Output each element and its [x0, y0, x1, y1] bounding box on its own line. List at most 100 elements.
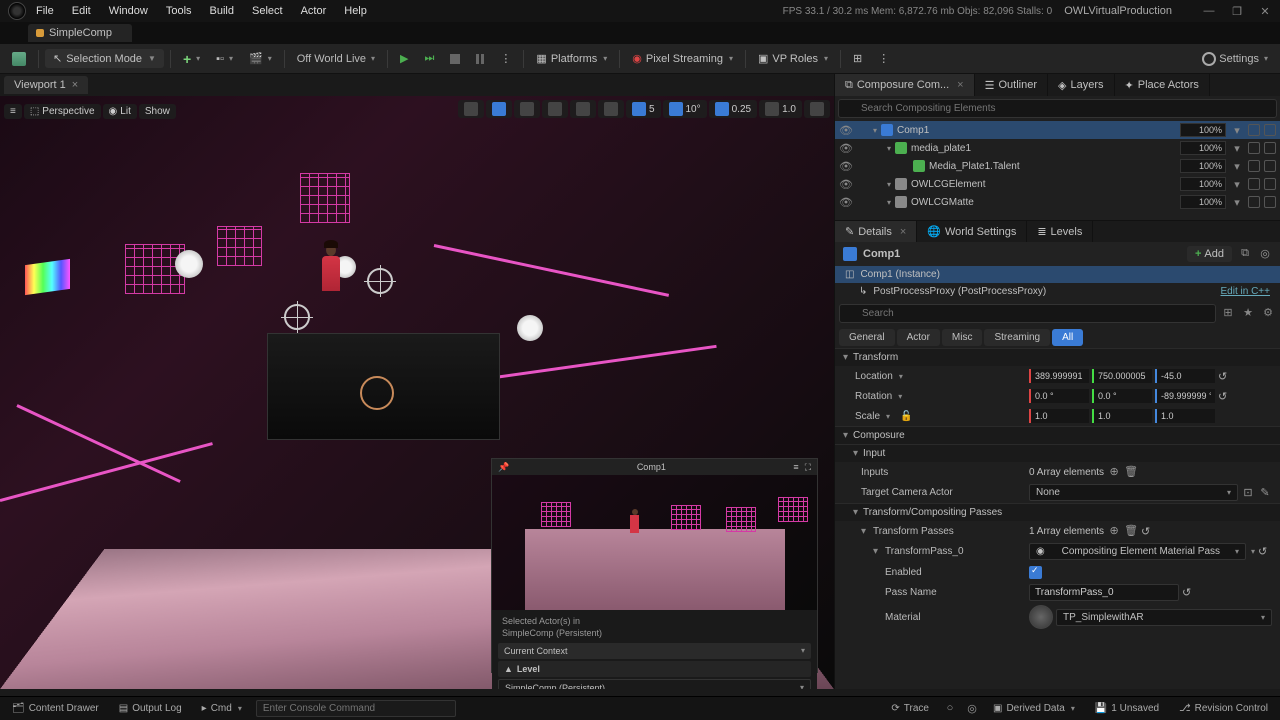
- close-details-icon[interactable]: ×: [900, 226, 906, 238]
- add-pass-icon[interactable]: ⊕: [1107, 524, 1121, 538]
- output-toggle[interactable]: [1264, 196, 1276, 208]
- output-toggle[interactable]: [1264, 124, 1276, 136]
- rotation-y-input[interactable]: [1092, 389, 1152, 403]
- menu-tools[interactable]: Tools: [166, 5, 192, 17]
- menu-window[interactable]: Window: [109, 5, 148, 17]
- platforms-dropdown[interactable]: ▦Platforms▾: [530, 49, 613, 68]
- content-drawer-button[interactable]: 🗂Content Drawer: [6, 701, 105, 716]
- section-composure[interactable]: ▾Composure: [835, 426, 1280, 444]
- pick-actor-icon[interactable]: ⊡: [1241, 486, 1255, 500]
- tab-composure[interactable]: ⧉Composure Com...×: [835, 74, 975, 96]
- browse-icon[interactable]: ⧉: [1238, 247, 1252, 261]
- cmd-button[interactable]: ▸Cmd▾: [196, 701, 248, 716]
- alpha-toggle[interactable]: [1248, 124, 1260, 136]
- scale-snap-toggle[interactable]: 0.25: [709, 100, 757, 118]
- clear-pass-icon[interactable]: 🗑: [1124, 524, 1138, 538]
- browse-actor-icon[interactable]: ✎: [1258, 486, 1272, 500]
- reset-rotation-icon[interactable]: ↺: [1218, 390, 1232, 403]
- circle-icon-2[interactable]: ◎: [965, 702, 979, 716]
- trace-button[interactable]: ⟳Trace: [885, 701, 935, 716]
- cat-general[interactable]: General: [839, 329, 895, 346]
- unsaved-button[interactable]: 💾1 Unsaved: [1089, 701, 1165, 716]
- vproles-dropdown[interactable]: ▣VP Roles▾: [752, 49, 834, 68]
- locate-icon[interactable]: ◎: [1258, 247, 1272, 261]
- edit-cpp-link[interactable]: Edit in C++: [1221, 286, 1270, 297]
- filter-grid-icon[interactable]: ⊞: [1220, 306, 1236, 322]
- options-button[interactable]: ⋮: [872, 49, 895, 68]
- expand-icon[interactable]: ▾: [887, 198, 891, 207]
- section-input[interactable]: ▾Input: [835, 444, 1280, 462]
- viewport-tab[interactable]: Viewport 1 ×: [4, 76, 88, 94]
- maximize-button[interactable]: ❐: [1230, 5, 1244, 18]
- output-toggle[interactable]: [1264, 142, 1276, 154]
- reset-passes-icon[interactable]: ↺: [1141, 525, 1155, 538]
- alpha-toggle[interactable]: [1248, 142, 1260, 154]
- expand-icon[interactable]: ▾: [887, 180, 891, 189]
- visibility-icon[interactable]: 👁: [839, 160, 851, 173]
- menu-build[interactable]: Build: [210, 5, 234, 17]
- opacity-dropdown-icon[interactable]: ▾: [1230, 124, 1244, 137]
- alpha-toggle[interactable]: [1248, 160, 1260, 172]
- settings-dropdown[interactable]: Settings▾: [1196, 49, 1274, 69]
- outliner-row[interactable]: 👁Media_Plate1.Talent100%▾: [835, 157, 1280, 175]
- perspective-dropdown[interactable]: ⬚Perspective: [24, 104, 101, 119]
- pip-pin-icon[interactable]: 📌: [498, 462, 509, 473]
- outliner-row[interactable]: 👁▾Comp1100%▾: [835, 121, 1280, 139]
- circle-icon-1[interactable]: ○: [943, 702, 957, 716]
- material-dropdown[interactable]: TP_SimplewithAR▾: [1056, 609, 1272, 626]
- play-button[interactable]: ▶: [394, 49, 414, 68]
- snap-surface-toggle[interactable]: [598, 100, 624, 118]
- rotation-x-input[interactable]: [1029, 389, 1089, 403]
- reset-location-icon[interactable]: ↺: [1218, 370, 1232, 383]
- rotation-z-input[interactable]: [1155, 389, 1215, 403]
- stop-button[interactable]: [444, 51, 466, 67]
- reset-pass-icon[interactable]: ↺: [1258, 545, 1272, 558]
- pip-level-dropdown[interactable]: SimpleComp (Persistent)▾: [498, 679, 811, 689]
- menu-edit[interactable]: Edit: [72, 5, 91, 17]
- skip-button[interactable]: ⏭: [419, 49, 441, 68]
- select-tool[interactable]: [458, 100, 484, 118]
- expand-icon[interactable]: ▾: [887, 144, 891, 153]
- output-toggle[interactable]: [1264, 160, 1276, 172]
- menu-file[interactable]: File: [36, 5, 54, 17]
- scale-z-input[interactable]: [1155, 409, 1215, 423]
- cinematics-button[interactable]: 🎬▾: [243, 49, 278, 68]
- passname-input[interactable]: [1029, 584, 1179, 601]
- reset-passname-icon[interactable]: ↺: [1182, 586, 1196, 599]
- alpha-toggle[interactable]: [1248, 196, 1260, 208]
- opacity-dropdown-icon[interactable]: ▾: [1230, 160, 1244, 173]
- pass-type-dropdown[interactable]: ◉Compositing Element Material Pass▾: [1029, 543, 1246, 560]
- derived-data-button[interactable]: ▣Derived Data▾: [987, 701, 1081, 716]
- play-options-button[interactable]: ⋮: [494, 49, 517, 68]
- rotate-tool[interactable]: [514, 100, 540, 118]
- sequencer-button[interactable]: ⊞: [847, 49, 868, 68]
- filter-gear-icon[interactable]: ⚙: [1260, 306, 1276, 322]
- scale-y-input[interactable]: [1092, 409, 1152, 423]
- add-content-button[interactable]: +▾: [177, 48, 206, 70]
- target-camera-dropdown[interactable]: None▾: [1029, 484, 1238, 501]
- menu-actor[interactable]: Actor: [301, 5, 327, 17]
- tab-outliner[interactable]: ☰Outliner: [975, 74, 1048, 96]
- minimize-button[interactable]: —: [1202, 5, 1216, 18]
- cat-all[interactable]: All: [1052, 329, 1083, 346]
- clear-array-icon[interactable]: 🗑: [1124, 465, 1138, 479]
- grid-snap-toggle[interactable]: 5: [626, 100, 661, 118]
- show-dropdown[interactable]: Show: [139, 104, 176, 119]
- add-array-icon[interactable]: ⊕: [1107, 465, 1121, 479]
- output-log-button[interactable]: ▤Output Log: [113, 701, 188, 716]
- opacity-value[interactable]: 100%: [1180, 159, 1226, 173]
- blueprint-button[interactable]: ▪▫▾: [210, 50, 239, 68]
- cat-streaming[interactable]: Streaming: [984, 329, 1050, 346]
- alpha-toggle[interactable]: [1248, 178, 1260, 190]
- visibility-icon[interactable]: 👁: [839, 196, 851, 209]
- pip-max-icon[interactable]: ⛶: [805, 462, 811, 473]
- pip-menu-icon[interactable]: ≡: [793, 462, 798, 472]
- add-component-button[interactable]: +Add: [1187, 246, 1232, 262]
- viewport-3d[interactable]: 📌 Comp1 ≡ ⛶ Selected Actor(s) in SimpleC…: [0, 96, 834, 689]
- close-button[interactable]: ✕: [1258, 5, 1272, 18]
- opacity-value[interactable]: 100%: [1180, 123, 1226, 137]
- tab-layers[interactable]: ◈Layers: [1048, 74, 1115, 96]
- cat-actor[interactable]: Actor: [897, 329, 940, 346]
- viewport-menu-button[interactable]: ≡: [4, 104, 22, 119]
- tab-place-actors[interactable]: ✦Place Actors: [1115, 74, 1210, 96]
